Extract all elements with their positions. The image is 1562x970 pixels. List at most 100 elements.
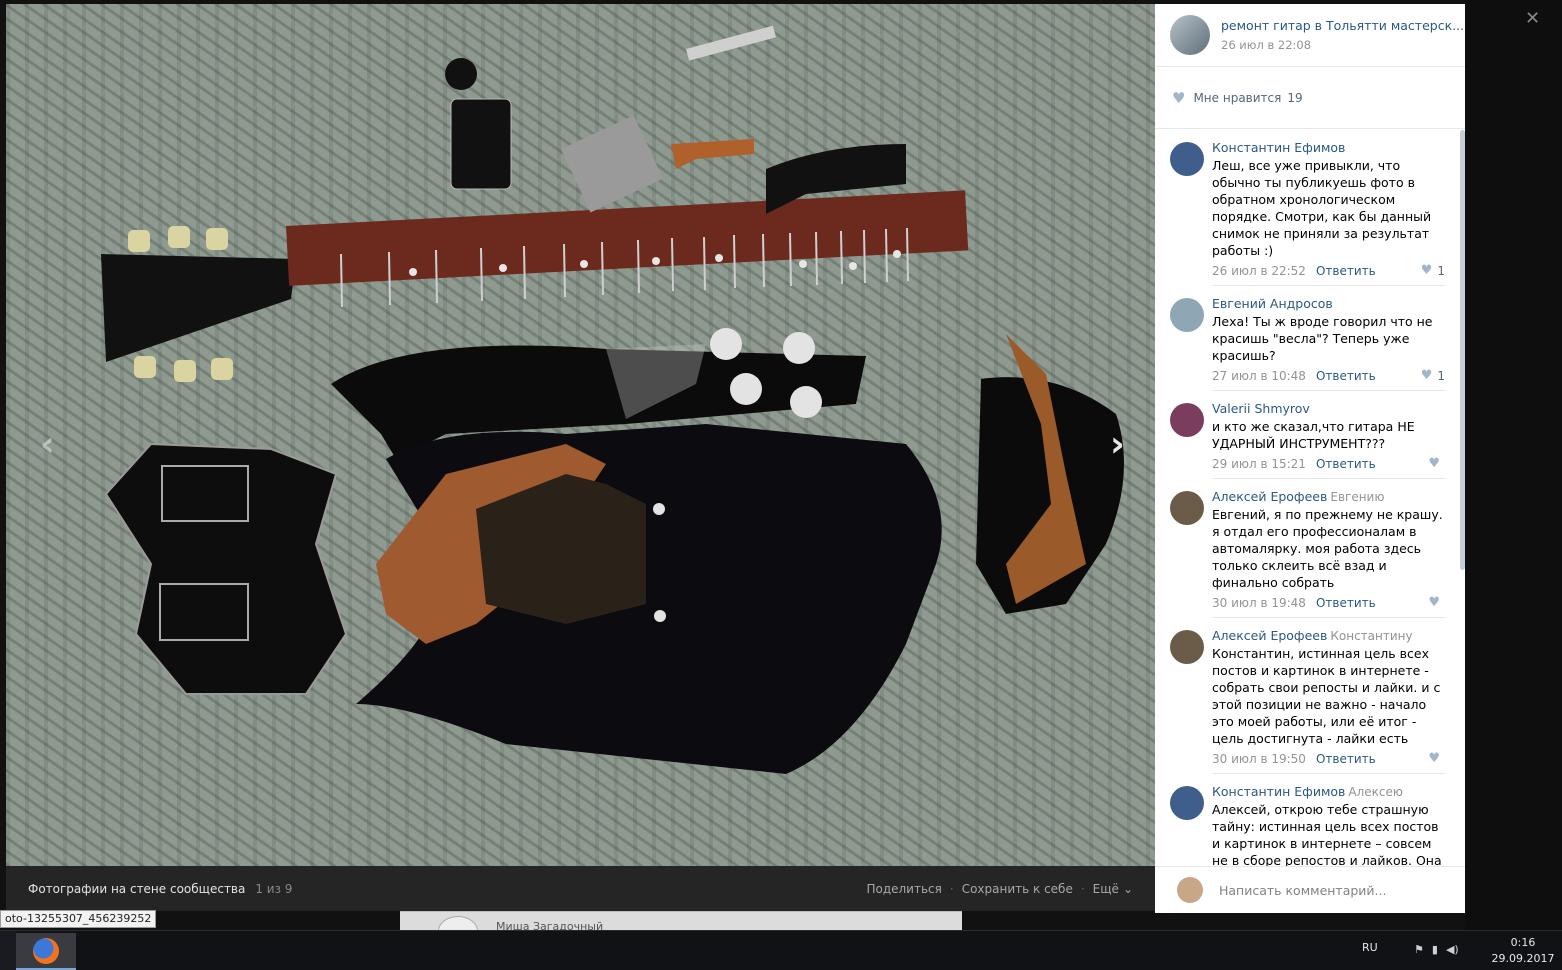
comment-text: Леш, все уже привыкли, что обычно ты пуб… [1212, 158, 1432, 258]
viewer-backdrop[interactable] [1465, 0, 1562, 930]
network-icon[interactable]: ▮ [1432, 943, 1438, 956]
language-indicator[interactable]: RU [1362, 941, 1378, 954]
save-button[interactable]: Сохранить к себе [962, 882, 1073, 896]
page-behind-viewer: Миша Загадочный [400, 911, 962, 946]
comment-date[interactable]: 26 июл в 22:52 [1212, 264, 1306, 278]
comment-reply-to: Константину [1330, 629, 1413, 643]
comment-like-button[interactable]: ♥ [1428, 456, 1445, 471]
reply-button[interactable]: Ответить [1316, 596, 1376, 610]
comment-likes-count: 1 [1437, 368, 1445, 383]
comment-reply-to: Алексею [1348, 785, 1403, 799]
comment-author[interactable]: Константин Ефимов [1212, 784, 1345, 799]
comment-date[interactable]: 27 июл в 10:48 [1212, 369, 1306, 383]
avatar[interactable] [1170, 786, 1204, 820]
heart-icon: ♥ [1428, 751, 1440, 766]
avatar[interactable] [1170, 630, 1204, 664]
comment-like-button[interactable]: ♥ [1428, 751, 1445, 766]
comment-date[interactable]: 30 июл в 19:48 [1212, 596, 1306, 610]
comment-text: Алексей, открою тебе страшную тайну: ист… [1212, 802, 1442, 866]
comment-date[interactable]: 29 июл в 15:21 [1212, 457, 1306, 471]
comment-footer: 26 июл в 22:52 Ответить ♥ 1 [1212, 263, 1445, 278]
reply-button[interactable]: Ответить [1316, 752, 1376, 766]
chevron-left-icon[interactable]: ‹ [40, 424, 55, 465]
volume-icon[interactable]: ◀) [1446, 943, 1459, 956]
chevron-right-icon[interactable]: › [1110, 424, 1125, 465]
comment: Алексей Ерофеев Константину Константин, ис… [1155, 618, 1460, 774]
flag-icon[interactable]: ⚑ [1414, 943, 1424, 956]
comment-header: Евгений Андросов [1212, 296, 1445, 311]
heart-icon: ♥ [1420, 263, 1433, 278]
close-icon[interactable]: ✕ [1525, 8, 1540, 29]
comment: Алексей Ерофеев Евгению Евгений, я по преж… [1155, 479, 1460, 618]
reply-button[interactable]: Ответить [1316, 457, 1376, 471]
comment-author[interactable]: Алексей Ерофеев [1212, 628, 1327, 643]
scrollbar[interactable] [1460, 130, 1465, 570]
comment: Valerii Shmyrov и кто же сказал,что гитар… [1155, 391, 1460, 479]
comment-input[interactable]: Написать комментарий... [1219, 883, 1386, 898]
comment-author[interactable]: Алексей Ерофеев [1212, 489, 1327, 504]
separator: · [949, 881, 954, 896]
comment-footer: 30 июл в 19:50 Ответить ♥ [1212, 751, 1445, 766]
photo[interactable]: ‹ › [6, 4, 1155, 866]
comment-text: Константин, истинная цель всех постов и … [1212, 646, 1441, 746]
avatar[interactable] [1170, 403, 1204, 437]
guitar-photo-illustration [101, 25, 1124, 774]
comment: Евгений Андросов Леха! Ты ж вроде говорил… [1155, 286, 1460, 391]
avatar[interactable] [1170, 142, 1204, 176]
comment-reply-to: Евгению [1330, 490, 1385, 504]
comment-header: Алексей Ерофеев Константину [1212, 628, 1445, 643]
clock-date: 29.09.2017 [1491, 952, 1555, 965]
photo-counter: 1 из 9 [255, 881, 293, 896]
system-tray: ⚑ ▮ ◀) [1414, 943, 1459, 956]
heart-icon: ♥ [1420, 368, 1433, 383]
likes-count: 19 [1287, 90, 1303, 105]
photo-actions: Поделиться · Сохранить к себе · Ещё ⌄ [866, 882, 1133, 896]
more-label: Ещё [1092, 881, 1119, 896]
heart-icon: ♥ [1428, 595, 1440, 610]
clock-time: 0:16 [1510, 936, 1536, 949]
photo-bottom-bar: Фотографии на стене сообщества 1 из 9 По… [6, 866, 1155, 911]
more-button[interactable]: Ещё ⌄ [1093, 882, 1133, 896]
comment-header: Константин Ефимов Алексею [1212, 784, 1445, 799]
comments-list[interactable]: Константин Ефимов Леш, все уже привыкли, … [1155, 130, 1460, 866]
post-date[interactable]: 26 июл в 22:08 [1221, 38, 1464, 52]
comment-date[interactable]: 30 июл в 19:50 [1212, 752, 1306, 766]
avatar[interactable] [1170, 491, 1204, 525]
comment-header: Алексей Ерофеев Евгению [1212, 489, 1445, 504]
clock[interactable]: 0:16 29.09.2017 [1488, 935, 1558, 967]
firefox-icon [33, 937, 59, 964]
status-url-tooltip: oto-13255307_456239252 [0, 910, 157, 928]
comment-likes-count: 1 [1437, 263, 1445, 278]
comment: Константин Ефимов Алексею Алексей, открою … [1155, 774, 1460, 866]
comment-text: Леха! Ты ж вроде говорил что не красишь … [1212, 314, 1433, 363]
avatar[interactable] [1170, 298, 1204, 332]
comment-header: Константин Ефимов [1212, 140, 1445, 155]
reply-button[interactable]: Ответить [1316, 264, 1376, 278]
heart-icon: ♥ [1172, 88, 1186, 107]
comment-header: Valerii Shmyrov [1212, 401, 1445, 416]
comment-footer: 27 июл в 10:48 Ответить ♥ 1 [1212, 368, 1445, 383]
comments-sidebar: ремонт гитар в Тольятти мастерск... 26 и… [1155, 4, 1465, 913]
firefox-taskbar-button[interactable] [16, 933, 76, 970]
avatar[interactable] [1170, 15, 1210, 55]
post-author[interactable]: ремонт гитар в Тольятти мастерск... [1221, 18, 1464, 33]
comment-author[interactable]: Евгений Андросов [1212, 296, 1333, 311]
start-button[interactable] [0, 931, 16, 970]
comment-like-button[interactable]: ♥ [1428, 595, 1445, 610]
avatar [1177, 877, 1203, 903]
comment-author[interactable]: Valerii Shmyrov [1212, 401, 1310, 416]
comment: Константин Ефимов Леш, все уже привыкли, … [1155, 130, 1460, 286]
like-button[interactable]: ♥ Мне нравится 19 [1155, 67, 1465, 129]
comment-text: Евгений, я по прежнему не крашу. я отдал… [1212, 507, 1443, 590]
album-title[interactable]: Фотографии на стене сообщества [28, 882, 245, 896]
post-meta: ремонт гитар в Тольятти мастерск... 26 и… [1221, 18, 1464, 52]
post-header: ремонт гитар в Тольятти мастерск... 26 и… [1155, 4, 1465, 67]
share-button[interactable]: Поделиться [866, 882, 941, 896]
likes-label: Мне нравится [1193, 90, 1282, 105]
comment-like-button[interactable]: ♥ 1 [1421, 368, 1445, 383]
reply-button[interactable]: Ответить [1316, 369, 1376, 383]
comment-like-button[interactable]: ♥ 1 [1421, 263, 1445, 278]
chevron-down-icon: ⌄ [1122, 881, 1133, 896]
separator: · [1080, 881, 1085, 896]
comment-author[interactable]: Константин Ефимов [1212, 140, 1345, 155]
